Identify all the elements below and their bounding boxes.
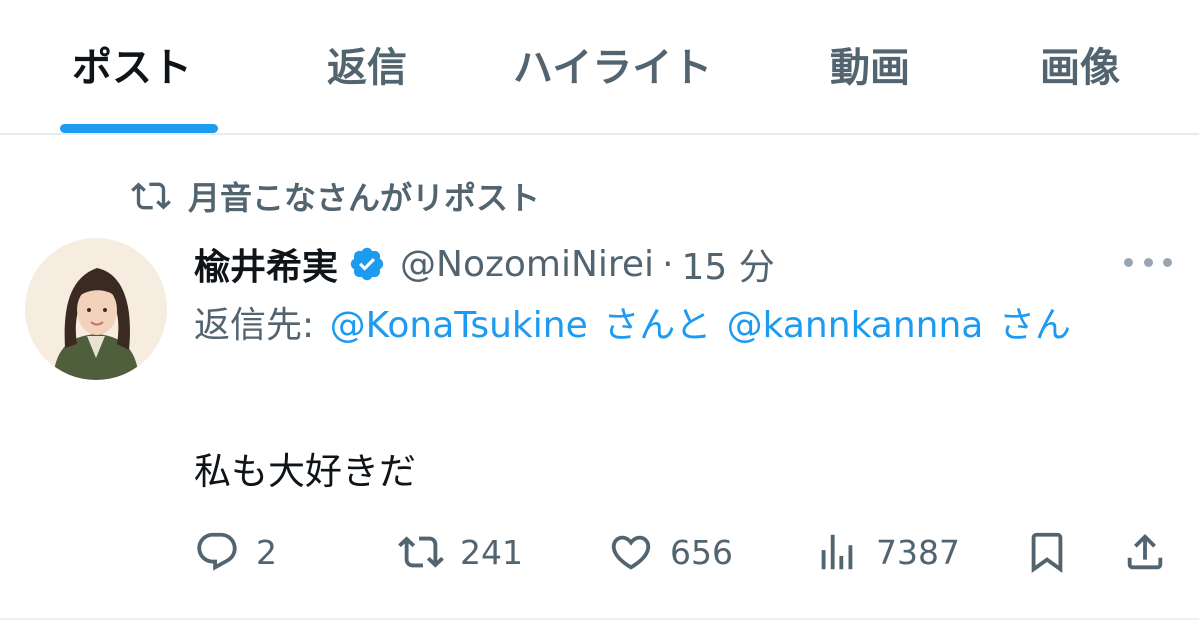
repost-context: 月音こなさんがリポスト xyxy=(128,174,540,218)
bookmark-icon xyxy=(1031,532,1063,573)
separator-dot: · xyxy=(662,243,674,285)
reply-icon xyxy=(197,532,237,571)
tab-replies[interactable]: 返信 xyxy=(327,40,407,96)
replying-to: 返信先: @KonaTsukine さんと @kannkannna さん xyxy=(194,300,1179,352)
like-count: 656 xyxy=(670,532,733,572)
more-dot-icon xyxy=(1124,257,1133,267)
analytics-icon xyxy=(821,534,853,570)
tab-images[interactable]: 画像 xyxy=(1040,40,1120,96)
tab-highlights[interactable]: ハイライト xyxy=(513,40,712,96)
heart-icon xyxy=(611,535,651,570)
mention-link-1[interactable]: @KonaTsukine xyxy=(330,305,588,346)
tab-videos[interactable]: 動画 xyxy=(830,40,910,96)
user-handle[interactable]: @NozomiNirei xyxy=(400,244,654,285)
like-button[interactable]: 656 xyxy=(608,520,733,584)
avatar-photo xyxy=(25,238,167,380)
share-icon xyxy=(1127,533,1163,570)
reply-to-suffix: さん xyxy=(998,305,1071,346)
post-actions: 2 241 656 7387 xyxy=(0,520,1199,584)
repost-button[interactable]: 241 xyxy=(398,520,523,584)
mention-link-2[interactable]: @kannkannna xyxy=(727,305,984,346)
reply-to-prefix: 返信先: xyxy=(194,305,315,346)
reply-count: 2 xyxy=(256,532,277,572)
tab-posts[interactable]: ポスト xyxy=(72,40,192,96)
reply-to-joiner: さんと xyxy=(603,305,712,346)
reply-button[interactable]: 2 xyxy=(194,520,277,584)
views-button[interactable]: 7387 xyxy=(814,520,960,584)
view-count: 7387 xyxy=(876,532,960,572)
post-text: 私も大好きだ xyxy=(194,450,416,493)
post-header: 楡井希実 @NozomiNirei · 15 分 xyxy=(194,236,775,292)
more-options-button[interactable] xyxy=(1124,247,1172,277)
bookmark-button[interactable] xyxy=(1024,520,1070,584)
profile-tabs: ポスト 返信 ハイライト 動画 画像 xyxy=(0,0,1199,135)
post-timestamp[interactable]: 15 分 xyxy=(682,238,775,290)
repost-count: 241 xyxy=(460,532,523,572)
divider xyxy=(0,618,1199,620)
more-dot-icon xyxy=(1163,257,1172,267)
share-button[interactable] xyxy=(1122,520,1168,584)
verified-badge-icon[interactable] xyxy=(348,245,386,283)
repost-context-text: 月音こなさんがリポスト xyxy=(188,179,541,217)
avatar[interactable] xyxy=(25,238,167,380)
display-name[interactable]: 楡井希実 xyxy=(194,238,338,290)
active-tab-indicator xyxy=(60,124,218,133)
repost-icon xyxy=(398,536,444,568)
more-dot-icon xyxy=(1143,257,1153,267)
repost-icon xyxy=(131,182,171,210)
